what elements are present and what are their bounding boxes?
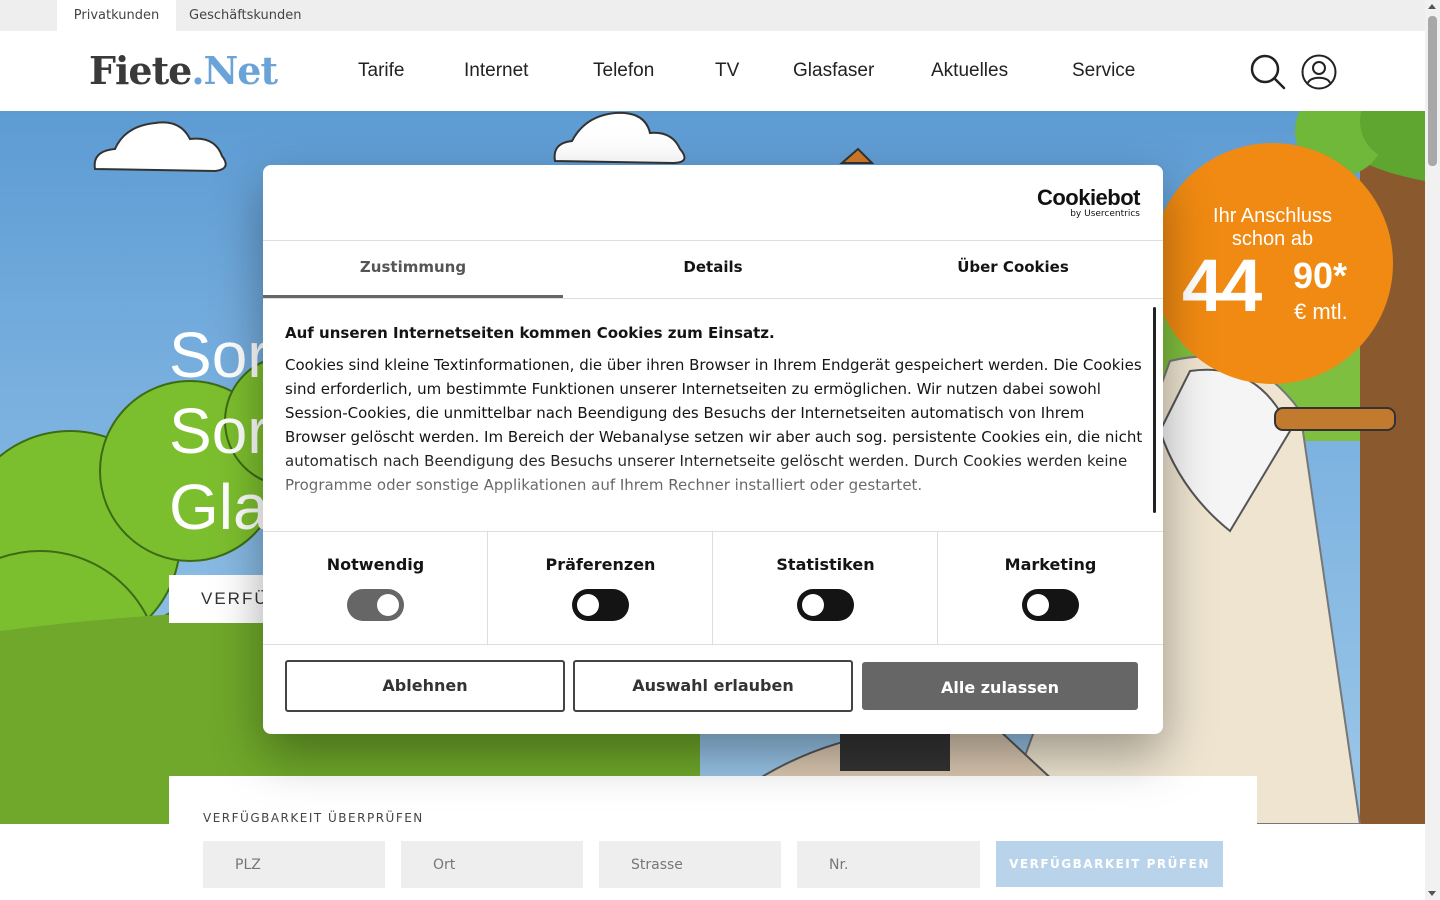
hero-headline-line-1: Sor <box>169 319 269 391</box>
scrollbar-thumb[interactable] <box>1428 16 1437 166</box>
availability-title: VERFÜGBARKEIT ÜBERPRÜFEN <box>203 811 424 825</box>
category-marketing: Marketing <box>938 532 1163 644</box>
nav-internet[interactable]: Internet <box>464 31 528 111</box>
category-notwendig: Notwendig <box>263 532 488 644</box>
cookiebot-logo: Cookiebot by Usercentrics <box>1036 185 1141 220</box>
cookie-heading: Auf unseren Internetseiten kommen Cookie… <box>285 324 775 342</box>
tab-ueber-cookies[interactable]: Über Cookies <box>863 241 1163 298</box>
scroll-down-arrow-icon[interactable] <box>1428 891 1436 896</box>
description-scrollbar[interactable] <box>1153 307 1156 513</box>
toggle-knob <box>1027 594 1049 616</box>
price-badge: Ihr Anschluss schon ab 44 90* € mtl. <box>1152 143 1393 384</box>
nav-glasfaser[interactable]: Glasfaser <box>793 31 874 111</box>
strasse-input[interactable] <box>599 841 781 888</box>
toggle-knob <box>802 594 824 616</box>
availability-check-panel: VERFÜGBARKEIT ÜBERPRÜFEN VERFÜGBARKEIT P… <box>169 776 1257 900</box>
badge-price-cents: 90* <box>1293 255 1348 296</box>
nav-telefon[interactable]: Telefon <box>593 31 654 111</box>
toggle-statistiken[interactable] <box>797 589 854 621</box>
tab-privatkunden[interactable]: Privatkunden <box>57 0 176 31</box>
cookie-consent-dialog: Cookiebot by Usercentrics Zustimmung Det… <box>263 165 1163 734</box>
search-icon[interactable] <box>1249 53 1287 91</box>
category-label: Notwendig <box>326 555 425 574</box>
category-praeferenzen: Präferenzen <box>488 532 713 644</box>
tab-zustimmung[interactable]: Zustimmung <box>263 241 563 298</box>
badge-price-euros: 44 <box>1182 244 1262 327</box>
text-fade-overlay <box>263 455 1143 531</box>
nav-tarife[interactable]: Tarife <box>358 31 404 111</box>
cookiebot-brand: Cookiebot <box>1036 185 1141 210</box>
toggle-notwendig[interactable] <box>347 589 404 621</box>
toggle-knob <box>577 594 599 616</box>
allow-selection-button[interactable]: Auswahl erlauben <box>573 660 853 712</box>
toggle-praeferenzen[interactable] <box>572 589 629 621</box>
allow-all-button[interactable]: Alle zulassen <box>862 662 1138 710</box>
divider <box>263 644 1163 645</box>
badge-line-1: Ihr Anschluss <box>1213 205 1332 227</box>
nav-aktuelles[interactable]: Aktuelles <box>931 31 1008 111</box>
scroll-up-arrow-icon[interactable] <box>1428 4 1436 9</box>
tab-geschaeftskunden[interactable]: Geschäftskunden <box>189 0 302 31</box>
toggle-marketing[interactable] <box>1022 589 1079 621</box>
user-account-icon[interactable] <box>1300 53 1338 91</box>
badge-price-unit: € mtl. <box>1294 299 1348 324</box>
cookiebot-brand-sub: by Usercentrics <box>1070 209 1140 219</box>
logo[interactable]: Fiete.Net <box>89 48 278 93</box>
check-availability-button[interactable]: VERFÜGBARKEIT PRÜFEN <box>996 841 1223 887</box>
hero-headline-line-3: Gla <box>169 471 269 543</box>
customer-type-bar: Privatkunden Geschäftskunden <box>0 0 1425 31</box>
category-label: Marketing <box>1004 555 1097 574</box>
nr-input[interactable] <box>797 841 980 888</box>
ort-input[interactable] <box>401 841 583 888</box>
page-scrollbar[interactable] <box>1425 0 1440 900</box>
divider <box>263 298 1163 299</box>
site-header: Fiete.Net Tarife Internet Telefon TV Gla… <box>0 31 1425 111</box>
tab-details[interactable]: Details <box>563 241 863 298</box>
toggle-knob <box>377 594 399 616</box>
category-label: Präferenzen <box>545 555 656 574</box>
logo-part-2: .Net <box>191 48 278 93</box>
decline-button[interactable]: Ablehnen <box>285 660 565 712</box>
nav-service[interactable]: Service <box>1072 31 1135 111</box>
nav-tv[interactable]: TV <box>715 31 739 111</box>
category-statistiken: Statistiken <box>713 532 938 644</box>
plz-input[interactable] <box>203 841 385 888</box>
hero-headline-line-2: Sor <box>169 395 269 467</box>
logo-part-1: Fiete <box>89 48 192 93</box>
category-label: Statistiken <box>776 555 875 574</box>
